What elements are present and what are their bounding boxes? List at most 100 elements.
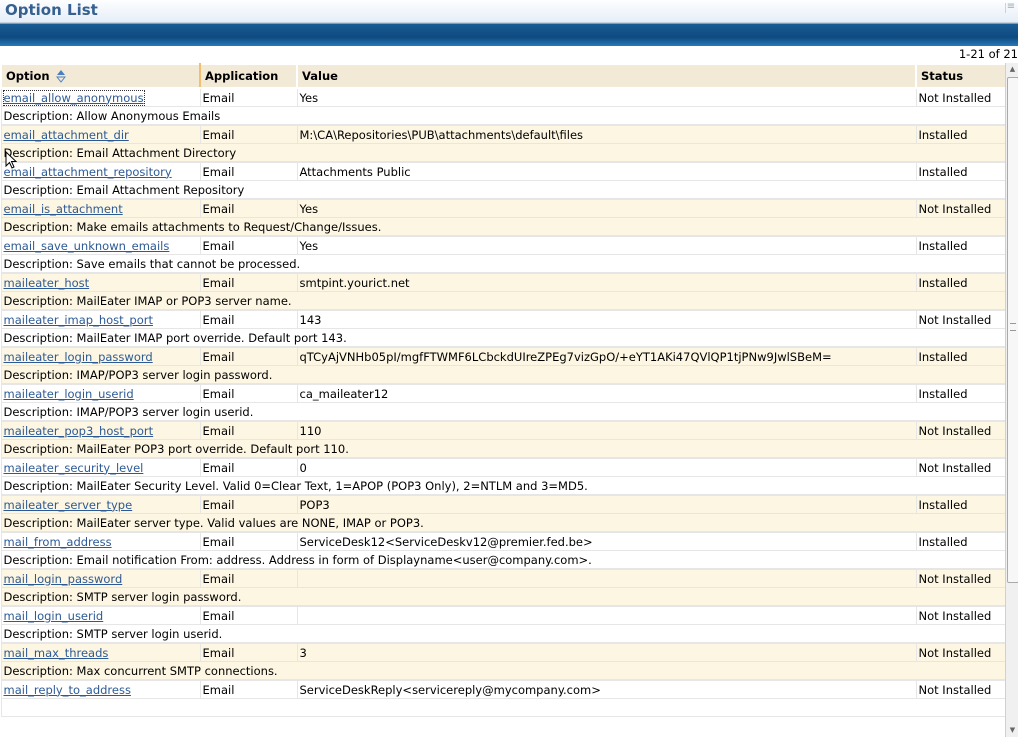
option-link[interactable]: mail_login_userid: [4, 609, 104, 623]
table-row: maileater_host Email smtpint.yourict.net In…: [0, 272, 1005, 292]
scrollbar-thumb[interactable]: [1007, 77, 1018, 583]
description-cell: Description: Save emails that cannot be …: [0, 254, 1005, 274]
status-cell: Installed: [915, 161, 1005, 181]
mouse-cursor-icon: [5, 151, 18, 169]
description-row: Description: MailEater POP3 port overrid…: [0, 439, 1005, 459]
table-row: maileater_security_level Email 0 Not Instal…: [0, 457, 1005, 477]
application-cell: Email: [199, 642, 298, 662]
description-row: Description: SMTP server login password.: [0, 587, 1005, 607]
option-link[interactable]: mail_from_address: [4, 535, 112, 549]
vertical-scrollbar[interactable]: ▲ ▼: [1005, 63, 1018, 737]
application-cell: Email: [199, 124, 298, 144]
value-cell: 143: [296, 309, 917, 329]
table-row: email_attachment_dir Email M:\CA\Repositor…: [0, 124, 1005, 144]
option-link[interactable]: maileater_security_level: [4, 461, 144, 475]
option-cell: maileater_server_type: [0, 494, 201, 514]
option-cell: maileater_login_userid: [0, 383, 201, 403]
value-cell: Yes: [296, 198, 917, 218]
value-cell: [296, 568, 917, 588]
column-header-status[interactable]: Status: [915, 63, 1005, 89]
scroll-down-arrow-icon[interactable]: ▼: [1006, 724, 1018, 737]
application-cell: Email: [199, 198, 298, 218]
application-cell: Email: [199, 87, 298, 107]
application-cell: Email: [199, 457, 298, 477]
application-cell: Email: [199, 531, 298, 551]
option-link[interactable]: maileater_host: [4, 276, 90, 290]
value-cell: ServiceDesk12<ServiceDeskv12@premier.fed…: [296, 531, 917, 551]
option-cell: maileater_login_password: [0, 346, 201, 366]
description-cell: Description: MailEater IMAP port overrid…: [0, 328, 1005, 348]
option-list-grid: Option Application Value Status email_al…: [0, 63, 1005, 737]
application-cell: Email: [199, 605, 298, 625]
header-row: Option Application Value Status: [0, 63, 1005, 89]
option-link[interactable]: mail_max_threads: [4, 646, 109, 660]
page-title: Option List: [5, 1, 98, 19]
option-link[interactable]: maileater_imap_host_port: [4, 313, 153, 327]
value-cell: Yes: [296, 235, 917, 255]
column-header-option[interactable]: Option: [0, 63, 201, 89]
option-link[interactable]: mail_reply_to_address: [4, 683, 131, 697]
application-cell: Email: [199, 494, 298, 514]
application-cell: Email: [199, 309, 298, 329]
option-link[interactable]: email_save_unknown_emails: [4, 239, 170, 253]
description-row: Description: SMTP server login userid.: [0, 624, 1005, 644]
value-cell: M:\CA\Repositories\PUB\attachments\defau…: [296, 124, 917, 144]
status-cell: Not Installed: [915, 420, 1005, 440]
option-link[interactable]: email_attachment_repository: [4, 165, 172, 179]
option-cell: maileater_pop3_host_port: [0, 420, 201, 440]
option-link[interactable]: maileater_pop3_host_port: [4, 424, 154, 438]
description-row: [0, 698, 1005, 717]
status-cell: Not Installed: [915, 642, 1005, 662]
table-row: email_allow_anonymous Email Yes Not Install…: [0, 87, 1005, 107]
sort-icon[interactable]: [55, 69, 66, 84]
description-row: Description: Save emails that cannot be …: [0, 254, 1005, 274]
option-link[interactable]: mail_login_password: [4, 572, 123, 586]
status-cell: Installed: [915, 124, 1005, 144]
application-cell: Email: [199, 383, 298, 403]
description-cell: Description: Make emails attachments to …: [0, 217, 1005, 237]
status-cell: Not Installed: [915, 198, 1005, 218]
description-row: Description: MailEater IMAP or POP3 serv…: [0, 291, 1005, 311]
status-cell: Not Installed: [915, 679, 1005, 699]
option-link[interactable]: email_is_attachment: [4, 202, 123, 216]
option-link[interactable]: email_attachment_dir: [4, 128, 129, 142]
description-cell: Description: Allow Anonymous Emails: [0, 106, 1005, 126]
value-cell: 110: [296, 420, 917, 440]
table-row: mail_login_password Email Not Installed: [0, 568, 1005, 588]
description-cell: Description: Email notification From: ad…: [0, 550, 1005, 570]
window-titlebar: Option List ≡: [0, 0, 1018, 23]
option-link[interactable]: email_allow_anonymous: [2, 89, 145, 106]
description-cell: Description: Max concurrent SMTP connect…: [0, 661, 1005, 681]
column-header-application[interactable]: Application: [199, 63, 298, 89]
scroll-up-arrow-icon[interactable]: ▲: [1006, 63, 1018, 76]
option-cell: mail_login_password: [0, 568, 201, 588]
option-cell: email_attachment_repository: [0, 161, 201, 181]
option-cell: maileater_imap_host_port: [0, 309, 201, 329]
application-cell: Email: [199, 568, 298, 588]
status-cell: Not Installed: [915, 309, 1005, 329]
value-cell: smtpint.yourict.net: [296, 272, 917, 292]
application-cell: Email: [199, 235, 298, 255]
column-header-value[interactable]: Value: [296, 63, 917, 89]
description-cell: Description: MailEater Security Level. V…: [0, 476, 1005, 496]
description-row: Description: Make emails attachments to …: [0, 217, 1005, 237]
value-cell: 3: [296, 642, 917, 662]
value-cell: Yes: [296, 87, 917, 107]
option-cell: mail_reply_to_address: [0, 679, 201, 699]
description-cell: [0, 698, 1005, 717]
table-row: email_save_unknown_emails Email Yes Install…: [0, 235, 1005, 255]
menu-icon[interactable]: ≡: [1005, 2, 1016, 13]
description-cell: Description: Email Attachment Directory: [0, 143, 1005, 163]
table-row: maileater_server_type Email POP3 Installed: [0, 494, 1005, 514]
option-cell: email_save_unknown_emails: [0, 235, 201, 255]
table-row: mail_from_address Email ServiceDesk12<Serv…: [0, 531, 1005, 551]
option-link[interactable]: maileater_server_type: [4, 498, 133, 512]
value-cell: Attachments Public: [296, 161, 917, 181]
pager-count: 1-21 of 21: [958, 47, 1018, 61]
description-cell: Description: Email Attachment Repository: [0, 180, 1005, 200]
value-cell: ca_maileater12: [296, 383, 917, 403]
option-link[interactable]: maileater_login_userid: [4, 387, 134, 401]
table-row: email_is_attachment Email Yes Not Installed: [0, 198, 1005, 218]
option-link[interactable]: maileater_login_password: [4, 350, 153, 364]
status-cell: Installed: [915, 383, 1005, 403]
